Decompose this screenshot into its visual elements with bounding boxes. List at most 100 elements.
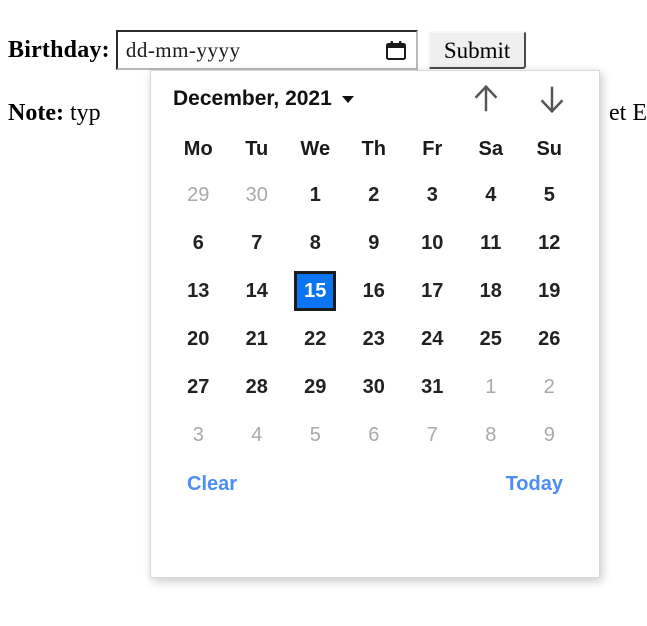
note-text-right-fragment: et E (609, 100, 647, 127)
day-cell[interactable]: 13 (169, 267, 228, 315)
day-cell[interactable]: 29 (169, 171, 228, 219)
day-cell[interactable]: 12 (520, 219, 579, 267)
day-label: 22 (304, 327, 327, 350)
birthday-form-row: Birthday: dd-mm-yyyy Submit (8, 30, 527, 70)
day-cell[interactable]: 7 (228, 219, 287, 267)
day-cell[interactable]: 7 (403, 411, 462, 459)
day-label: 14 (245, 279, 268, 302)
day-cell[interactable]: 26 (520, 315, 579, 363)
datepicker-nav (471, 83, 581, 115)
day-cell[interactable]: 14 (228, 267, 287, 315)
week-row: 29 30 1 2 3 4 5 (169, 171, 581, 219)
datepicker-grid: Mo Tu We Th Fr Sa Su 29 30 1 2 3 4 5 6 7 8 9 10 11 12… (151, 127, 599, 459)
day-label: 29 (304, 375, 327, 398)
day-cell[interactable]: 5 (520, 171, 579, 219)
day-label: 4 (251, 423, 263, 446)
day-cell[interactable]: 22 (286, 315, 345, 363)
day-label: 7 (251, 231, 263, 254)
note-body-left: typ (63, 100, 101, 126)
day-cell[interactable]: 31 (403, 363, 462, 411)
day-cell[interactable]: 9 (520, 411, 579, 459)
day-cell[interactable]: 27 (169, 363, 228, 411)
day-cell[interactable]: 8 (286, 219, 345, 267)
day-cell[interactable]: 29 (286, 363, 345, 411)
day-label: 13 (187, 279, 210, 302)
day-label: 19 (538, 279, 561, 302)
day-label: 23 (362, 327, 385, 350)
day-cell[interactable]: 30 (345, 363, 404, 411)
day-cell[interactable]: 6 (169, 219, 228, 267)
day-cell[interactable]: 6 (345, 411, 404, 459)
day-label: 9 (368, 231, 380, 254)
day-label: 1 (309, 183, 321, 206)
day-cell-selected[interactable]: 15 (286, 267, 345, 315)
birthday-label: Birthday: (8, 36, 110, 63)
day-label: 30 (362, 375, 385, 398)
day-cell[interactable]: 2 (345, 171, 404, 219)
note-prefix: Note: (8, 100, 64, 126)
day-label: 12 (538, 231, 561, 254)
calendar-icon[interactable] (385, 40, 406, 60)
day-label: 25 (479, 327, 502, 350)
day-label: 24 (421, 327, 444, 350)
week-row: 6 7 8 9 10 11 12 (169, 219, 581, 267)
day-label: 28 (245, 375, 268, 398)
day-label: 31 (421, 375, 444, 398)
datepicker-panel: December, 2021 Mo Tu We Th Fr Sa Su 29 30… (150, 70, 600, 578)
day-cell[interactable]: 28 (228, 363, 287, 411)
day-cell[interactable]: 4 (462, 171, 521, 219)
day-label: 8 (309, 231, 321, 254)
day-cell[interactable]: 16 (345, 267, 404, 315)
day-cell[interactable]: 23 (345, 315, 404, 363)
weekday-header-row: Mo Tu We Th Fr Sa Su (169, 127, 581, 171)
day-label: 4 (485, 183, 497, 206)
weekday-su: Su (536, 137, 563, 160)
day-cell[interactable]: 20 (169, 315, 228, 363)
weekday-we: We (300, 137, 331, 160)
day-label: 9 (543, 423, 555, 446)
day-label: 2 (368, 183, 380, 206)
day-label: 30 (245, 183, 268, 206)
month-year-switch-button[interactable]: December, 2021 (173, 87, 354, 111)
submit-button[interactable]: Submit (427, 31, 527, 69)
datepicker-header: December, 2021 (151, 71, 599, 127)
day-label: 27 (187, 375, 210, 398)
weekday-sa: Sa (478, 137, 503, 160)
day-cell[interactable]: 21 (228, 315, 287, 363)
birthday-date-input[interactable]: dd-mm-yyyy (115, 30, 418, 70)
today-button[interactable]: Today (506, 473, 563, 496)
arrow-up-icon[interactable] (471, 83, 501, 115)
arrow-down-icon[interactable] (537, 83, 567, 115)
day-label: 11 (480, 231, 502, 254)
date-input-placeholder-text: dd-mm-yyyy (125, 37, 241, 62)
day-cell[interactable]: 3 (403, 171, 462, 219)
day-cell[interactable]: 9 (345, 219, 404, 267)
day-cell[interactable]: 3 (169, 411, 228, 459)
day-cell[interactable]: 8 (462, 411, 521, 459)
day-cell[interactable]: 5 (286, 411, 345, 459)
weekday-tu: Tu (245, 137, 269, 160)
day-label: 29 (187, 183, 210, 206)
day-cell[interactable]: 2 (520, 363, 579, 411)
day-label: 2 (543, 375, 555, 398)
day-cell[interactable]: 10 (403, 219, 462, 267)
day-cell[interactable]: 25 (462, 315, 521, 363)
day-cell[interactable]: 1 (286, 171, 345, 219)
day-cell[interactable]: 30 (228, 171, 287, 219)
day-label: 1 (485, 375, 497, 398)
day-cell[interactable]: 11 (462, 219, 521, 267)
day-cell[interactable]: 4 (228, 411, 287, 459)
week-row: 20 21 22 23 24 25 26 (169, 315, 581, 363)
day-label: 20 (187, 327, 210, 350)
day-cell[interactable]: 1 (462, 363, 521, 411)
day-cell[interactable]: 17 (403, 267, 462, 315)
note-text: Note: typ (8, 100, 101, 127)
day-cell[interactable]: 24 (403, 315, 462, 363)
day-label: 5 (309, 423, 321, 446)
clear-button[interactable]: Clear (187, 473, 237, 496)
day-label: 3 (426, 183, 438, 206)
day-cell[interactable]: 18 (462, 267, 521, 315)
day-cell[interactable]: 19 (520, 267, 579, 315)
note-body-right: et E (609, 100, 647, 126)
day-label: 10 (421, 231, 444, 254)
